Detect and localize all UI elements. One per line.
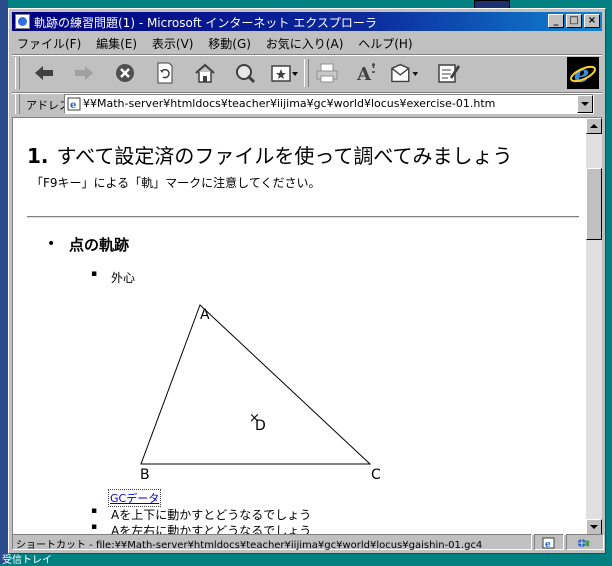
vertical-scrollbar[interactable] [586,118,602,535]
home-icon[interactable] [190,59,220,87]
print-icon[interactable] [312,59,342,87]
status-zone-cell: e [534,534,564,550]
vertex-label-c[interactable]: C [371,467,381,483]
menu-favorites[interactable]: お気に入り(A) [261,33,350,52]
toolbar: A e [12,55,602,91]
status-text-cell: ショートカット - file:¥¥Math-server¥htmldocs¥te… [12,534,532,551]
vertex-label-a[interactable]: A [200,307,210,323]
svg-text:e: e [70,100,76,111]
address-grip[interactable] [15,94,20,114]
title-bar[interactable]: 軌跡の練習問題(1) - Microsoft インターネット エクスプローラ _… [12,12,602,31]
network-icon [577,538,590,548]
bullet-square: ▪ [91,522,98,532]
page-content: 1. すべて設定済のファイルを使って調べてみましょう 「F9キー」による「軌」マー… [12,117,602,535]
bullet-dot: • [47,236,56,252]
maximize-button[interactable]: □ [566,14,582,28]
bullet-square: ▪ [91,269,98,279]
search-icon[interactable] [230,59,260,87]
page-note: 「F9キー」による「軌」マークに注意してください。 [31,176,321,190]
menu-edit[interactable]: 編集(E) [91,33,143,52]
heading-number: 1. [27,144,49,168]
font-icon[interactable]: A [352,59,382,87]
minimize-button[interactable]: _ [548,14,564,28]
refresh-icon[interactable] [150,59,180,87]
triangle-shape [140,304,372,465]
gc-data-link[interactable]: GCデータ [107,489,162,507]
desktop-background [0,0,8,564]
menu-file[interactable]: ファイル(F) [12,33,87,52]
vertex-label-b[interactable]: B [140,467,150,483]
svg-text:e: e [574,59,589,88]
svg-text:e: e [545,540,551,549]
menu-go[interactable]: 移動(G) [203,33,257,52]
back-icon[interactable] [29,59,59,87]
edit-icon[interactable] [434,59,464,87]
scroll-thumb[interactable] [586,168,602,240]
mail-icon[interactable] [390,59,420,87]
ie-logo-icon: e [567,57,599,89]
page-status-icon: e [542,537,555,549]
address-input[interactable]: e ¥¥Math-server¥htmldocs¥teacher¥iijima¥… [64,94,594,114]
menu-view[interactable]: 表示(V) [147,33,200,52]
address-bar: アドレス e ¥¥Math-server¥htmldocs¥teacher¥ii… [12,93,602,115]
step-item-vertical: Aを上下に動かすとどうなるでしょう [111,508,312,522]
scroll-up-button[interactable] [586,118,602,134]
close-button[interactable]: × [584,14,600,28]
menu-help[interactable]: ヘルプ(H) [353,33,418,52]
toolbar-separator [304,59,309,87]
horizontal-rule [27,216,579,218]
status-network-cell [566,534,604,550]
toolbar-grip[interactable] [15,57,20,89]
menu-bar: ファイル(F) 編集(E) 表示(V) 移動(G) お気に入り(A) ヘルプ(H… [12,33,602,53]
svg-text:A: A [356,64,372,85]
browser-window: 軌跡の練習問題(1) - Microsoft インターネット エクスプローラ _… [8,8,606,554]
status-bar: ショートカット - file:¥¥Math-server¥htmldocs¥te… [12,533,604,551]
section-title: 点の軌跡 [69,236,130,254]
bullet-square: ▪ [91,506,98,516]
status-text: ショートカット - file:¥¥Math-server¥htmldocs¥te… [16,540,483,551]
heading-text: すべて設定済のファイルを使って調べてみましょう [56,144,513,168]
window-title: 軌跡の練習問題(1) - Microsoft インターネット エクスプローラ [34,16,377,30]
list-item-circumcenter: 外心 [111,271,136,285]
favorites-icon[interactable] [270,59,300,87]
triangle-figure: A B C × D [140,304,381,483]
address-url[interactable]: ¥¥Math-server¥htmldocs¥teacher¥iijima¥gc… [83,97,495,110]
stop-icon[interactable] [110,59,140,87]
forward-icon[interactable] [69,59,99,87]
address-dropdown-button[interactable] [577,95,593,113]
page-icon: e [67,97,81,111]
point-label-d: D [255,418,266,434]
page-heading: 1. すべて設定済のファイルを使って調べてみましょう [27,140,513,169]
ie-page-icon[interactable] [15,14,30,29]
